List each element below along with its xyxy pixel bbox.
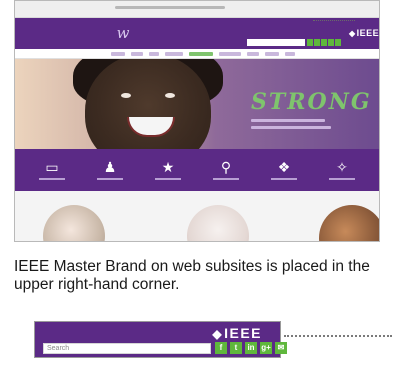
social-links: f t in g+ ✉ xyxy=(215,342,287,354)
site-search-input[interactable] xyxy=(247,39,305,46)
main-nav xyxy=(15,49,379,59)
site-social-links xyxy=(307,39,341,46)
linkedin-icon[interactable] xyxy=(321,39,327,46)
brand-placement-caption: IEEE Master Brand on web subsites is pla… xyxy=(14,258,370,293)
hero-banner[interactable]: STRONG xyxy=(15,59,379,149)
thumbnail-image[interactable] xyxy=(319,205,379,241)
thumbnail-row xyxy=(15,191,379,241)
feature-caption xyxy=(213,178,239,180)
feature-item[interactable]: ❖ xyxy=(264,160,304,180)
hero-eye xyxy=(165,93,175,98)
website-screenshot: w ◆IEEE STRONG ▭ ♟ ★ ⚲ ❖ ✧ xyxy=(14,0,380,242)
hero-subtext xyxy=(251,119,325,122)
lightbulb-icon: ⚲ xyxy=(220,159,232,175)
nav-item[interactable] xyxy=(247,52,259,56)
nav-item[interactable] xyxy=(131,52,143,56)
chat-icon: ✧ xyxy=(336,159,348,175)
site-header: w ◆IEEE xyxy=(15,18,379,49)
email-icon[interactable] xyxy=(335,39,341,46)
thumbnail-image[interactable] xyxy=(187,205,249,241)
hero-headline: STRONG xyxy=(251,89,372,115)
zoomed-header: ◆IEEE Search f t in g+ ✉ xyxy=(34,321,287,358)
nav-item[interactable] xyxy=(219,52,241,56)
callout-line-top xyxy=(313,20,355,21)
nav-item[interactable] xyxy=(285,52,295,56)
ieee-diamond-icon: ◆ xyxy=(349,29,356,38)
feature-item[interactable]: ⚲ xyxy=(206,160,246,180)
feature-caption xyxy=(329,178,355,180)
ieee-master-brand[interactable]: ◆IEEE xyxy=(349,28,379,38)
feature-caption xyxy=(155,178,181,180)
nav-item[interactable] xyxy=(165,52,183,56)
hero-eye xyxy=(121,93,131,98)
twitter-icon[interactable] xyxy=(314,39,320,46)
feature-item[interactable]: ♟ xyxy=(90,160,130,180)
ieee-diamond-icon: ◆ xyxy=(212,327,224,341)
feature-caption xyxy=(97,178,123,180)
feature-item[interactable]: ▭ xyxy=(32,160,72,180)
thumbnail-image[interactable] xyxy=(43,205,105,241)
utility-text xyxy=(115,6,225,9)
callout-line-bottom xyxy=(284,335,392,337)
twitter-icon[interactable]: t xyxy=(230,342,242,354)
ieee-brand-text: IEEE xyxy=(224,325,262,341)
nav-item[interactable] xyxy=(111,52,125,56)
googleplus-icon[interactable]: g+ xyxy=(260,342,272,354)
feature-item[interactable]: ★ xyxy=(148,160,188,180)
feature-icon-bar: ▭ ♟ ★ ⚲ ❖ ✧ xyxy=(15,149,379,191)
feature-caption xyxy=(271,178,297,180)
microphone-icon: ♟ xyxy=(103,159,117,175)
ieee-brand-text: IEEE xyxy=(356,28,380,38)
badge-icon: ▭ xyxy=(45,159,59,175)
hero-subtext xyxy=(251,126,331,129)
nav-item[interactable] xyxy=(189,52,213,56)
feature-item[interactable]: ✧ xyxy=(322,160,362,180)
facebook-icon[interactable] xyxy=(307,39,313,46)
ieee-master-brand-large[interactable]: ◆IEEE xyxy=(212,325,262,341)
heart-badge-icon: ❖ xyxy=(277,159,291,175)
googleplus-icon[interactable] xyxy=(328,39,334,46)
feature-caption xyxy=(39,178,65,180)
nav-item[interactable] xyxy=(265,52,279,56)
facebook-icon[interactable]: f xyxy=(215,342,227,354)
nav-item[interactable] xyxy=(149,52,159,56)
star-icon: ★ xyxy=(161,159,175,175)
search-input[interactable]: Search xyxy=(43,343,211,354)
email-icon[interactable]: ✉ xyxy=(275,342,287,354)
site-logo-icon[interactable]: w xyxy=(111,22,135,44)
linkedin-icon[interactable]: in xyxy=(245,342,257,354)
utility-bar xyxy=(15,1,379,18)
